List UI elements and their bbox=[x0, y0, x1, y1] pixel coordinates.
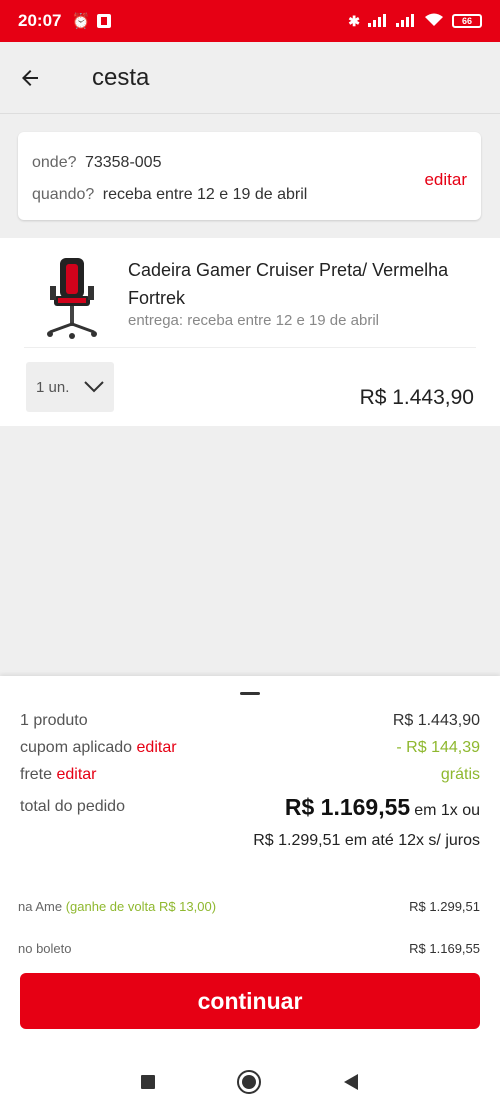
zip-code: 73358-005 bbox=[84, 154, 162, 171]
alarm-icon: ⏰ bbox=[71, 13, 91, 30]
wifi-icon bbox=[424, 13, 444, 30]
summary-products-row: 1 produto R$ 1.443,90 bbox=[20, 712, 480, 730]
product-delivery-info: entrega: receba entre 12 e 19 de abril bbox=[128, 312, 380, 329]
products-subtotal: R$ 1.443,90 bbox=[392, 712, 480, 729]
total-wrapper: R$ 1.169,55 em 1x ou bbox=[285, 794, 480, 821]
summary-shipping-row: frete editar grátis bbox=[20, 766, 480, 784]
system-nav-bar bbox=[0, 1054, 500, 1110]
chevron-down-icon bbox=[84, 381, 105, 393]
home-icon[interactable] bbox=[236, 1069, 262, 1095]
page-title: cesta bbox=[92, 63, 150, 91]
signal-icon-2 bbox=[396, 13, 416, 30]
shipping-label: frete bbox=[20, 766, 53, 783]
delivery-when-row: quando? receba entre 12 e 19 de abril bbox=[32, 186, 307, 204]
product-price: R$ 1.443,90 bbox=[359, 386, 474, 409]
app-bar: cesta bbox=[0, 42, 500, 114]
edit-coupon-link[interactable]: editar bbox=[137, 739, 177, 756]
delivery-where-row: onde? 73358-005 bbox=[32, 154, 161, 172]
coupon-label: cupom aplicado bbox=[20, 739, 133, 756]
shipping-value: grátis bbox=[440, 766, 480, 783]
continue-button[interactable]: continuar bbox=[20, 973, 480, 1029]
boleto-label: no boleto bbox=[18, 941, 72, 956]
divider bbox=[24, 347, 476, 348]
product-image[interactable] bbox=[44, 256, 100, 342]
status-bar: 20:07 ⏰ ✱ 66 bbox=[0, 0, 500, 42]
battery-icon: 66 bbox=[452, 14, 482, 28]
edit-shipping-link[interactable]: editar bbox=[56, 766, 96, 783]
arrow-left-icon bbox=[22, 69, 38, 86]
product-item: Cadeira Gamer Cruiser Preta/ Vermelha Fo… bbox=[0, 238, 500, 426]
installments-text: R$ 1.299,51 em até 12x s/ juros bbox=[253, 832, 480, 849]
ame-value: R$ 1.299,51 bbox=[409, 899, 480, 914]
product-name[interactable]: Cadeira Gamer Cruiser Preta/ Vermelha Fo… bbox=[128, 256, 468, 312]
signal-icon bbox=[368, 13, 388, 30]
ame-label: na Ame bbox=[18, 899, 63, 914]
back-triangle-icon[interactable] bbox=[342, 1073, 360, 1091]
where-label: onde? bbox=[32, 154, 77, 171]
when-label: quando? bbox=[32, 186, 95, 203]
drag-handle[interactable] bbox=[240, 692, 260, 695]
delivery-window: receba entre 12 e 19 de abril bbox=[102, 186, 308, 203]
total-suffix: em 1x ou bbox=[414, 802, 480, 819]
quantity-value: 1 un. bbox=[36, 378, 70, 396]
coupon-discount: - R$ 144,39 bbox=[396, 739, 480, 756]
quantity-select[interactable]: 1 un. bbox=[26, 362, 114, 412]
summary-coupon-row: cupom aplicado editar - R$ 144,39 bbox=[20, 739, 480, 757]
app-notification-icon bbox=[96, 13, 112, 29]
battery-level: 66 bbox=[461, 16, 472, 26]
payment-ame-row: na Ame (ganhe de volta R$ 13,00) R$ 1.29… bbox=[18, 899, 480, 914]
products-count-label: 1 produto bbox=[20, 712, 88, 729]
total-value: R$ 1.169,55 bbox=[284, 794, 411, 820]
back-button[interactable] bbox=[0, 42, 60, 114]
total-label: total do pedido bbox=[20, 798, 125, 815]
recents-icon[interactable] bbox=[140, 1074, 156, 1090]
boleto-value: R$ 1.169,55 bbox=[409, 941, 480, 956]
bluetooth-icon: ✱ bbox=[348, 12, 360, 29]
payment-boleto-row: no boleto R$ 1.169,55 bbox=[18, 941, 480, 956]
ame-cashback: (ganhe de volta R$ 13,00) bbox=[65, 899, 217, 914]
status-time: 20:07 bbox=[18, 11, 62, 30]
edit-delivery-link[interactable]: editar bbox=[424, 170, 467, 190]
delivery-card[interactable]: onde? 73358-005 quando? receba entre 12 … bbox=[18, 132, 481, 220]
summary-total-row: total do pedido R$ 1.169,55 em 1x ou bbox=[20, 794, 480, 820]
order-summary-panel: 1 produto R$ 1.443,90 cupom aplicado edi… bbox=[0, 676, 500, 1054]
